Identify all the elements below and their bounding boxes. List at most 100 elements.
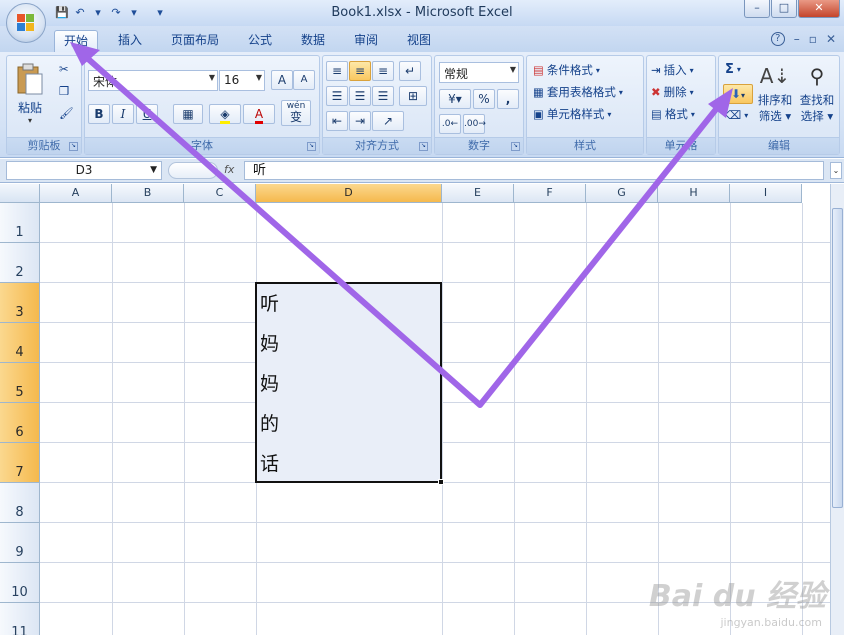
align-top-button[interactable]: ≡ [326, 61, 348, 81]
cell-d7[interactable]: 话 [256, 443, 441, 483]
scrollbar-thumb[interactable] [832, 208, 843, 508]
format-cells-button[interactable]: ▤ 格式 ▾ [651, 106, 695, 122]
delete-cells-button[interactable]: ✖ 删除 ▾ [651, 84, 694, 100]
copy-icon[interactable]: ❐ [59, 84, 69, 98]
format-painter-icon[interactable]: 🖌 [59, 106, 74, 120]
row-header-1[interactable]: 1 [0, 203, 40, 243]
row-header-8[interactable]: 8 [0, 483, 40, 523]
workbook-minimize-button[interactable]: – [794, 32, 800, 46]
cell-d4[interactable]: 妈 [256, 323, 441, 363]
tab-review[interactable]: 审阅 [344, 30, 388, 52]
conditional-formatting-button[interactable]: ▤ 条件格式 ▾ [533, 62, 600, 78]
row-header-4[interactable]: 4 [0, 323, 40, 363]
select-all-corner[interactable] [0, 184, 40, 203]
maximize-button[interactable]: □ [771, 0, 797, 18]
fill-color-button[interactable]: ◈ [209, 104, 241, 124]
office-button[interactable] [6, 3, 46, 43]
row-header-9[interactable]: 9 [0, 523, 40, 563]
fill-button[interactable]: ⬇▾ [723, 84, 753, 104]
paste-dropdown-icon[interactable]: ▾ [11, 116, 49, 125]
accounting-format-button[interactable]: ¥▾ [439, 89, 471, 109]
underline-button[interactable]: U [136, 104, 158, 124]
insert-cells-button[interactable]: ⇥ 插入 ▾ [651, 62, 694, 78]
fill-handle[interactable] [438, 479, 444, 485]
font-name-combo[interactable]: 宋体 ▼ [88, 70, 218, 91]
column-header-d[interactable]: D [256, 184, 442, 203]
tab-view[interactable]: 视图 [397, 30, 441, 52]
font-size-combo[interactable]: 16 ▼ [219, 70, 265, 91]
column-header-c[interactable]: C [184, 184, 256, 203]
name-box[interactable]: D3 ▼ [6, 161, 162, 180]
column-header-f[interactable]: F [514, 184, 586, 203]
tab-page-layout[interactable]: 页面布局 [162, 30, 228, 52]
find-select-button[interactable]: ⚲ 查找和 选择 ▾ [797, 60, 837, 124]
sort-filter-button[interactable]: A⇣ 排序和 筛选 ▾ [755, 60, 795, 124]
orientation-button[interactable]: ↗ [372, 111, 404, 131]
clipboard-launcher-icon[interactable]: ↘ [69, 142, 78, 151]
column-header-g[interactable]: G [586, 184, 658, 203]
align-left-button[interactable]: ☰ [326, 86, 348, 106]
comma-style-button[interactable]: , [497, 89, 519, 109]
row-header-7[interactable]: 7 [0, 443, 40, 483]
alignment-launcher-icon[interactable]: ↘ [419, 142, 428, 151]
help-icon[interactable]: ? [770, 32, 785, 46]
cell-styles-button[interactable]: ▣ 单元格样式 ▾ [533, 106, 611, 122]
row-header-3[interactable]: 3 [0, 283, 40, 323]
merge-center-button[interactable]: ⊞ [399, 86, 427, 106]
cell-d3[interactable]: 听 [256, 283, 441, 323]
close-button[interactable]: ✕ [798, 0, 840, 18]
row-header-2[interactable]: 2 [0, 243, 40, 283]
window-title: Book1.xlsx - Microsoft Excel [331, 5, 513, 20]
formula-input[interactable]: 听 [244, 161, 824, 180]
bold-button[interactable]: B [88, 104, 110, 124]
cut-icon[interactable]: ✂ [59, 62, 69, 76]
decrease-decimal-button[interactable]: .00→ [463, 114, 486, 134]
align-middle-button[interactable]: ≡ [349, 61, 371, 81]
column-header-i[interactable]: I [730, 184, 802, 203]
format-as-table-button[interactable]: ▦ 套用表格格式 ▾ [533, 84, 623, 100]
align-right-button[interactable]: ☰ [372, 86, 394, 106]
column-header-a[interactable]: A [40, 184, 112, 203]
row-header-5[interactable]: 5 [0, 363, 40, 403]
row-header-6[interactable]: 6 [0, 403, 40, 443]
autosum-button[interactable]: Σ ▾ [725, 62, 741, 77]
italic-button[interactable]: I [112, 104, 134, 124]
minimize-button[interactable]: – [744, 0, 770, 18]
vertical-scrollbar[interactable] [830, 184, 844, 635]
number-group: 常规 ▼ ¥▾ % , .0← .00→ 数字 ↘ [434, 55, 524, 155]
formula-bar-splitter[interactable] [168, 162, 218, 179]
grow-font-button[interactable]: A [271, 70, 293, 90]
phonetic-button[interactable]: wén 变 [281, 100, 311, 126]
number-launcher-icon[interactable]: ↘ [511, 142, 520, 151]
worksheet-grid[interactable]: A B C D E F G H I 1 2 3 4 5 6 7 8 9 10 11 听妈妈的话 [0, 184, 830, 635]
workbook-close-button[interactable]: ✕ [826, 32, 836, 46]
tab-formulas[interactable]: 公式 [238, 30, 282, 52]
increase-indent-button[interactable]: ⇥ [349, 111, 371, 131]
decrease-indent-button[interactable]: ⇤ [326, 111, 348, 131]
row-header-10[interactable]: 10 [0, 563, 40, 603]
shrink-font-button[interactable]: A [293, 70, 315, 90]
cell-d5[interactable]: 妈 [256, 363, 441, 403]
workbook-restore-button[interactable]: ▫ [809, 32, 817, 46]
percent-button[interactable]: % [473, 89, 495, 109]
cell-d6[interactable]: 的 [256, 403, 441, 443]
borders-button[interactable]: ▦ [173, 104, 203, 124]
column-header-h[interactable]: H [658, 184, 730, 203]
number-format-combo[interactable]: 常规 ▼ [439, 62, 519, 83]
column-header-b[interactable]: B [112, 184, 184, 203]
wrap-text-button[interactable]: ↵ [399, 61, 421, 81]
expand-formula-bar-icon[interactable]: ⌄ [830, 162, 842, 179]
column-header-e[interactable]: E [442, 184, 514, 203]
font-color-button[interactable]: A [243, 104, 275, 124]
increase-decimal-button[interactable]: .0← [439, 114, 461, 134]
tab-home[interactable]: 开始 [54, 30, 98, 52]
insert-function-icon[interactable]: fx [224, 163, 234, 176]
tab-data[interactable]: 数据 [291, 30, 335, 52]
tab-insert[interactable]: 插入 [108, 30, 152, 52]
font-launcher-icon[interactable]: ↘ [307, 142, 316, 151]
align-bottom-button[interactable]: ≡ [372, 61, 394, 81]
paste-button[interactable]: 粘贴 ▾ [11, 60, 49, 128]
clear-button[interactable]: ⌫ ▾ [725, 108, 748, 122]
row-header-11[interactable]: 11 [0, 603, 40, 635]
align-center-button[interactable]: ☰ [349, 86, 371, 106]
